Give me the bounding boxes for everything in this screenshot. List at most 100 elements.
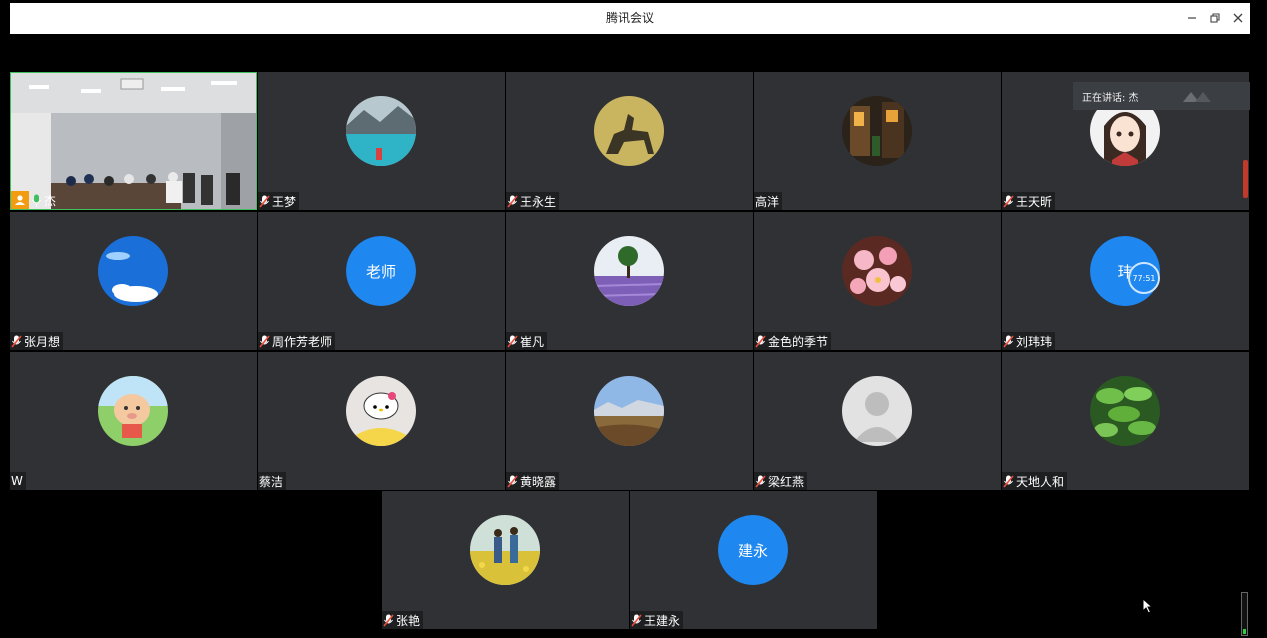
mic-on-icon [32, 194, 41, 206]
collapse-arrows-icon [1183, 92, 1211, 102]
close-button[interactable] [1229, 9, 1247, 27]
avatar [594, 376, 664, 446]
participant-tile[interactable]: 天地人和 [1002, 352, 1249, 490]
participant-name-bar: 杰 [11, 191, 59, 209]
avatar [98, 236, 168, 306]
participant-tile[interactable]: 老师 周作芳老师 [258, 212, 505, 350]
mic-muted-icon [507, 194, 518, 208]
avatar-initials: 老师 [346, 236, 416, 306]
participant-name-bar: 张月想 [10, 332, 64, 350]
participant-name-bar: 黄晓露 [506, 472, 560, 490]
timer-badge: 77:51 [1128, 262, 1160, 294]
participant-name: 王梦 [272, 194, 297, 209]
participant-name: 张艳 [396, 613, 421, 628]
participant-name: 黄晓露 [520, 474, 557, 489]
participant-name: 蔡洁 [259, 474, 284, 489]
mic-muted-icon [1003, 474, 1014, 488]
participant-name-bar: 天地人和 [1002, 472, 1068, 490]
speaking-label: 正在讲话: 杰 [1082, 92, 1139, 104]
participant-tile[interactable]: 高洋 [754, 72, 1001, 210]
participant-name: 王天昕 [1016, 194, 1053, 209]
avatar: 老师 [346, 236, 416, 306]
participant-name-bar: 梁红燕 [754, 472, 808, 490]
audio-level-fill [1243, 628, 1246, 634]
participant-tile[interactable]: 黄晓露 [506, 352, 753, 490]
minimize-icon [1188, 17, 1196, 19]
participant-name: 崔凡 [520, 334, 545, 349]
avatar [842, 236, 912, 306]
close-icon [1233, 13, 1243, 23]
participant-name-bar: 王永生 [506, 192, 560, 210]
participant-name: 梁红燕 [768, 474, 805, 489]
participant-name: 王永生 [520, 194, 557, 209]
participant-name-bar: 王梦 [258, 192, 300, 210]
avatar [98, 376, 168, 446]
avatar [470, 515, 540, 585]
avatar-initials: 建永 [718, 515, 788, 585]
avatar [346, 376, 416, 446]
participant-tile[interactable]: W [10, 352, 257, 490]
participant-name-bar: W [10, 472, 26, 490]
participant-tile[interactable]: 梁红燕 [754, 352, 1001, 490]
mic-muted-icon [259, 194, 270, 208]
avatar: 建永 [718, 515, 788, 585]
participant-name-bar: 金色的季节 [754, 332, 832, 350]
avatar [842, 376, 912, 446]
participant-name: 高洋 [755, 194, 780, 209]
audio-level-meter [1241, 592, 1248, 636]
participant-tile[interactable]: 王梦 [258, 72, 505, 210]
restore-icon [1210, 13, 1220, 23]
participant-name: 王建永 [644, 613, 681, 628]
collapse-panel-button[interactable] [1181, 86, 1217, 109]
participant-tile[interactable]: 张艳 [382, 491, 629, 629]
avatar [346, 96, 416, 166]
avatar [594, 236, 664, 306]
participant-name-bar: 高洋 [754, 192, 783, 210]
mic-muted-icon [11, 334, 22, 348]
participant-name: 金色的季节 [768, 334, 829, 349]
participant-name: 杰 [44, 193, 57, 208]
participant-tile[interactable]: 建永 王建永 [630, 491, 877, 629]
mouse-cursor-icon [1142, 598, 1154, 614]
participant-tile[interactable]: 金色的季节 [754, 212, 1001, 350]
participant-name-bar: 王建永 [630, 611, 684, 629]
participant-name: 刘玮玮 [1016, 334, 1053, 349]
avatar [842, 96, 912, 166]
default-person-icon [842, 376, 912, 446]
mic-muted-icon [1003, 194, 1014, 208]
participant-tile[interactable]: 玮 77:51 刘玮玮 [1002, 212, 1249, 350]
participant-name: 天地人和 [1016, 474, 1065, 489]
participant-name: 张月想 [24, 334, 61, 349]
video-feed [11, 73, 256, 209]
participant-name-bar: 崔凡 [506, 332, 548, 350]
mic-muted-icon [755, 474, 766, 488]
participant-tile[interactable]: 张月想 [10, 212, 257, 350]
participant-name: 周作芳老师 [272, 334, 333, 349]
avatar [594, 96, 664, 166]
participant-name-bar: 张艳 [382, 611, 424, 629]
participant-name-bar: 周作芳老师 [258, 332, 336, 350]
participant-name-bar: 王天昕 [1002, 192, 1056, 210]
mic-muted-icon [383, 613, 394, 627]
participant-name-bar: 刘玮玮 [1002, 332, 1056, 350]
participant-tile[interactable]: 蔡洁 [258, 352, 505, 490]
speaking-indicator: 正在讲话: 杰 [1073, 82, 1250, 110]
participant-name: W [11, 474, 23, 488]
participant-tile[interactable]: 王永生 [506, 72, 753, 210]
mic-muted-icon [631, 613, 642, 627]
participant-tile[interactable]: 杰 [10, 72, 257, 210]
avatar [1090, 376, 1160, 446]
mic-muted-icon [507, 474, 518, 488]
host-badge-icon [11, 191, 29, 209]
minimize-button[interactable] [1183, 9, 1201, 27]
participant-name-bar: 蔡洁 [258, 472, 287, 490]
mic-muted-icon [755, 334, 766, 348]
restore-button[interactable] [1206, 9, 1224, 27]
scrollbar-thumb[interactable] [1243, 160, 1248, 198]
mic-muted-icon [507, 334, 518, 348]
title-bar: 腾讯会议 [10, 3, 1250, 34]
mic-muted-icon [259, 334, 270, 348]
window-title: 腾讯会议 [605, 11, 654, 25]
mic-muted-icon [1003, 334, 1014, 348]
participant-tile[interactable]: 崔凡 [506, 212, 753, 350]
